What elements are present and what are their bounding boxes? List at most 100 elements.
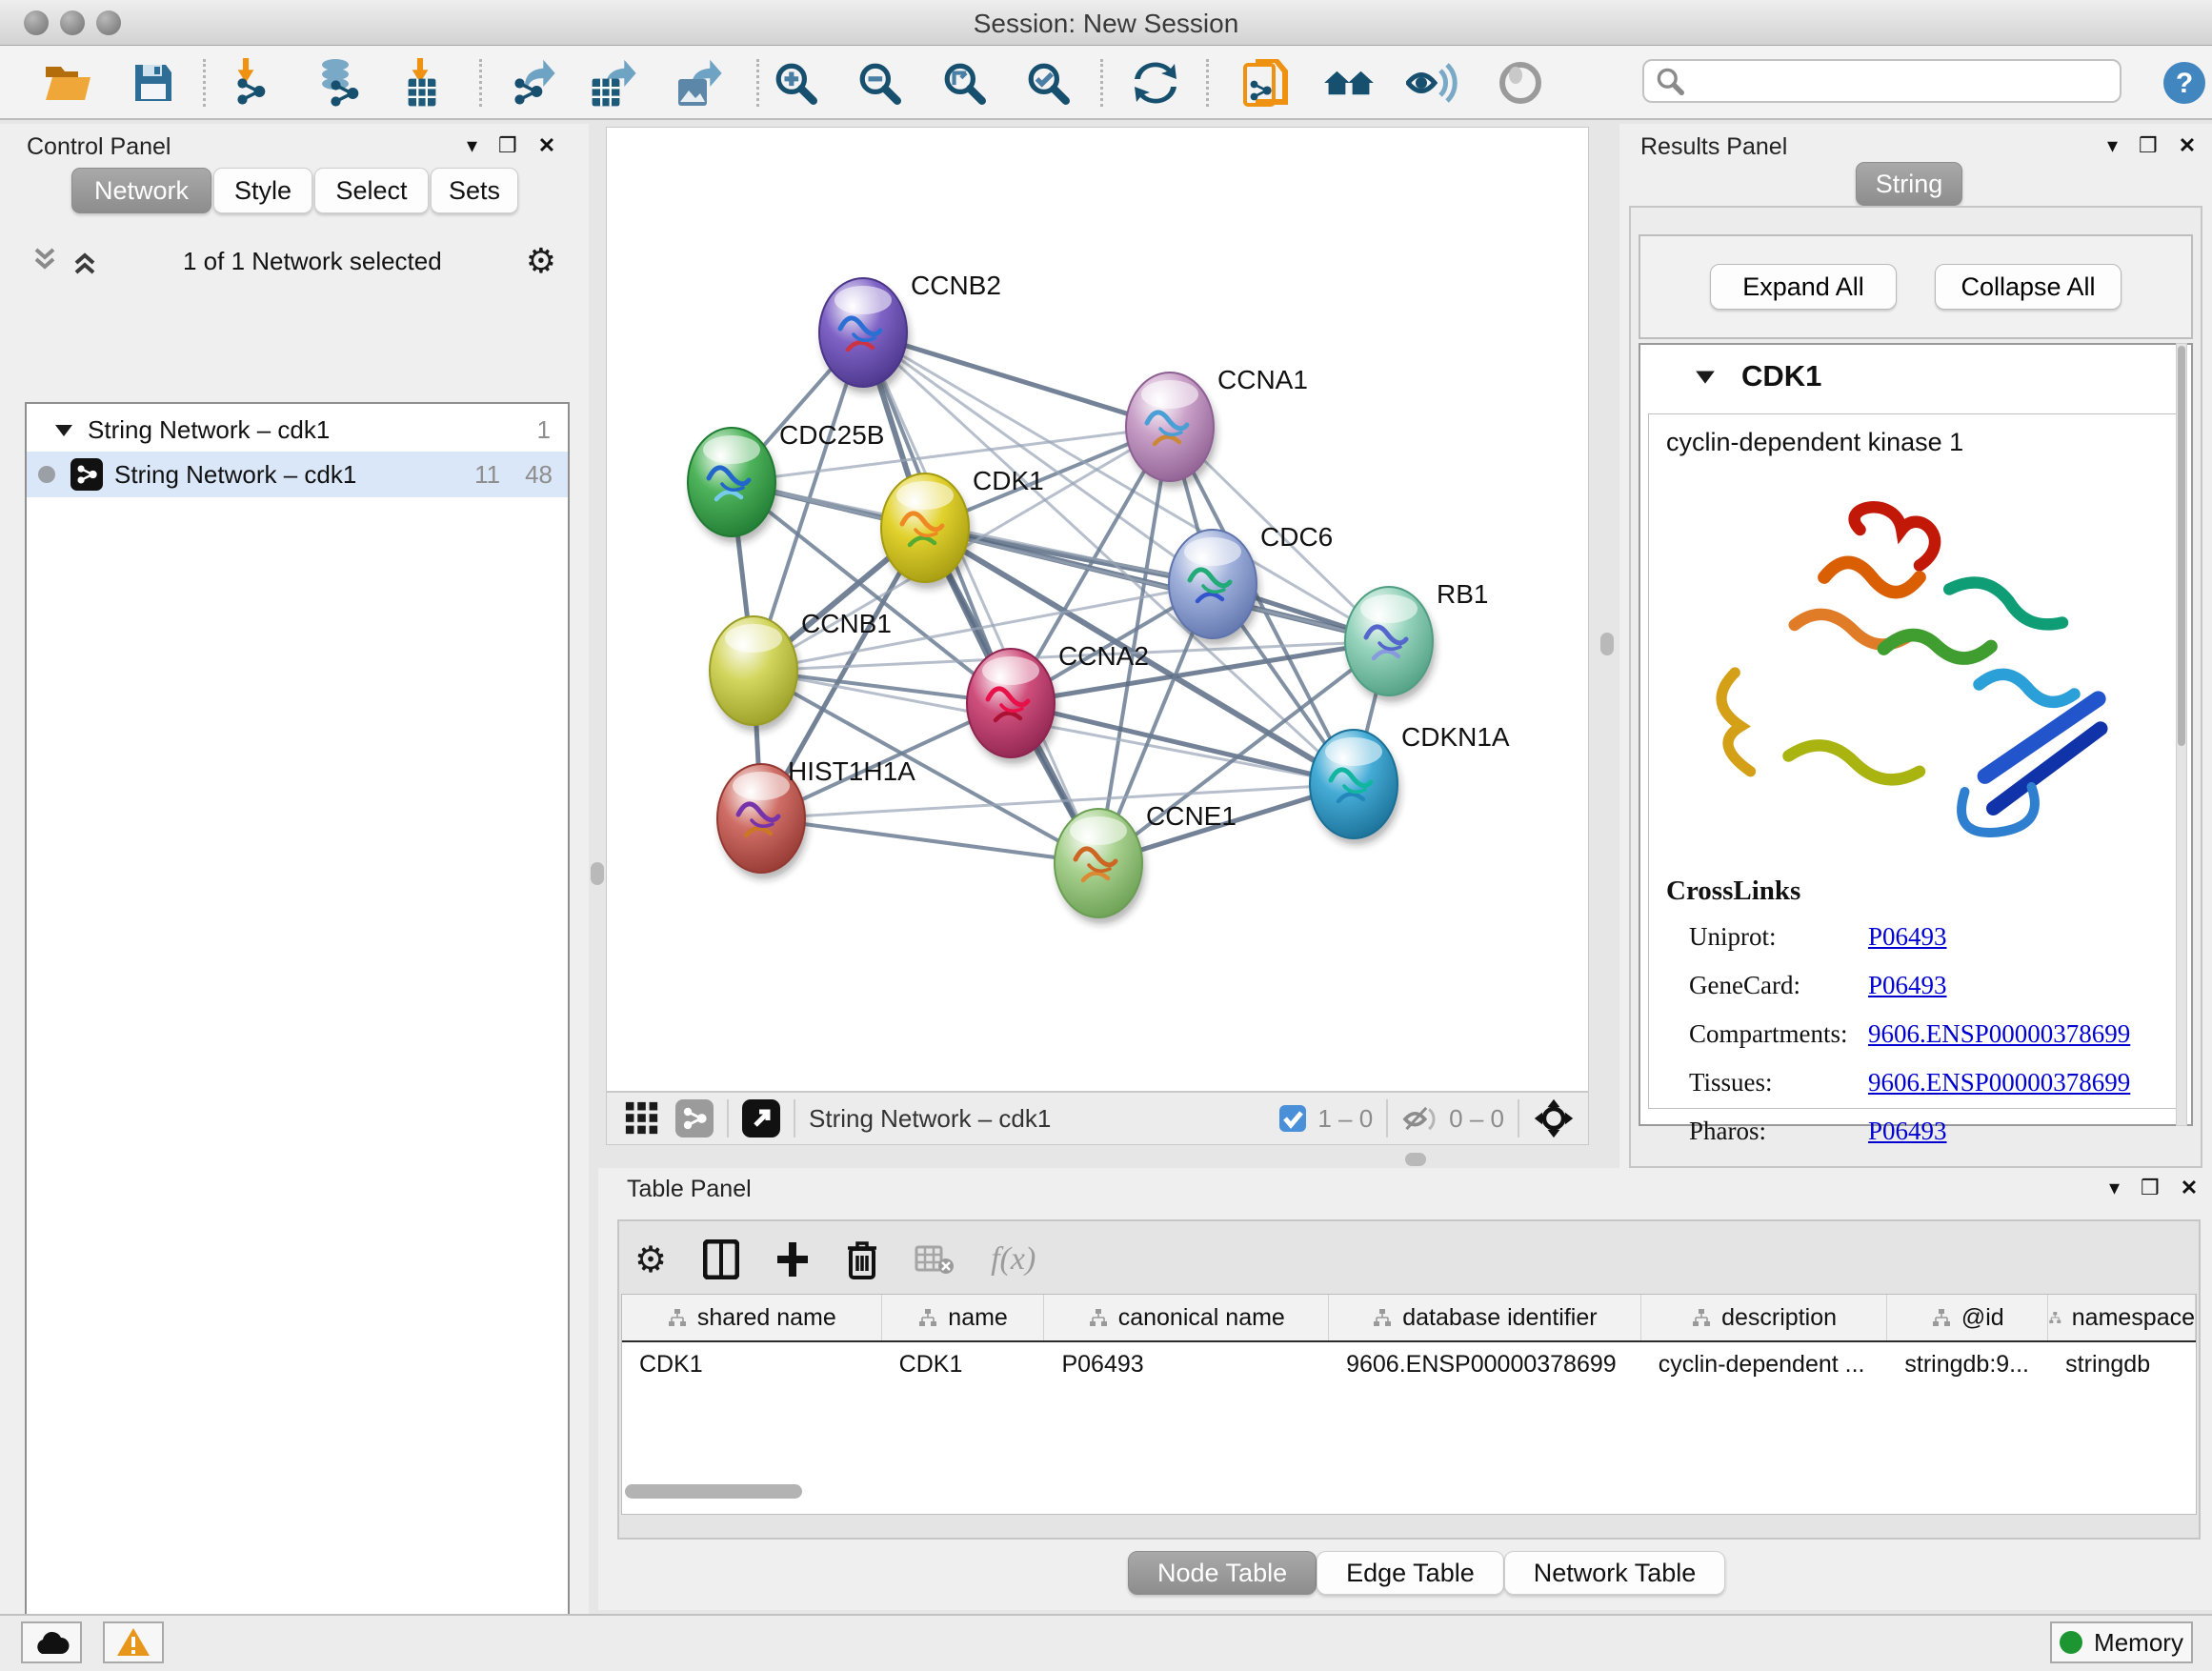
zoom-in-icon[interactable] — [770, 58, 821, 108]
birds-eye-icon[interactable] — [1495, 58, 1546, 108]
tab-edge-table[interactable]: Edge Table — [1317, 1551, 1504, 1595]
selected-checkbox-icon[interactable] — [1277, 1103, 1308, 1134]
gene-collapse-icon[interactable] — [1694, 367, 1717, 386]
left-splitter-handle[interactable] — [591, 862, 604, 885]
tab-network-table[interactable]: Network Table — [1504, 1551, 1726, 1595]
collapse-all-icon[interactable] — [30, 246, 59, 276]
network-node-ccnb2[interactable] — [819, 278, 910, 393]
bottom-splitter-handle[interactable] — [1405, 1153, 1426, 1166]
crosslink-link[interactable]: 9606.ENSP00000378699 — [1868, 1068, 2130, 1097]
network-edge[interactable] — [761, 818, 1098, 863]
column-header-canonical-name[interactable]: canonical name — [1044, 1295, 1329, 1340]
panel-menu-icon[interactable]: ▾ — [467, 135, 477, 156]
network-canvas[interactable]: CCNB2CCNA1CDC25BCDK1CDC6RB1CCNB1CCNA2CDK… — [606, 127, 1589, 1092]
panel-float-icon[interactable]: ❒ — [498, 135, 517, 156]
network-node-rb1[interactable] — [1345, 587, 1436, 702]
help-icon[interactable]: ? — [2159, 58, 2210, 108]
refresh-icon[interactable] — [1130, 58, 1181, 108]
network-node-cdk1[interactable] — [881, 473, 972, 589]
column-header-shared-name[interactable]: shared name — [622, 1295, 882, 1340]
detach-view-icon[interactable] — [742, 1099, 780, 1137]
gene-card-header[interactable]: CDK1 — [1640, 345, 2191, 408]
open-session-icon[interactable] — [42, 58, 93, 108]
panel-menu-icon[interactable]: ▾ — [2109, 1178, 2120, 1198]
tab-string[interactable]: String — [1856, 162, 1962, 206]
cloud-button[interactable] — [21, 1621, 82, 1663]
tab-network[interactable]: Network — [71, 168, 211, 213]
column-header-namespace[interactable]: namespace — [2048, 1295, 2196, 1340]
warning-button[interactable] — [103, 1621, 164, 1663]
table-hscrollbar[interactable] — [625, 1484, 802, 1499]
table-row[interactable]: CDK1CDK1P064939606.ENSP00000378699cyclin… — [622, 1342, 2196, 1386]
import-table-icon[interactable] — [397, 58, 449, 108]
export-table-icon[interactable] — [587, 58, 638, 108]
crosslink-link[interactable]: 9606.ENSP00000378699 — [1868, 1019, 2130, 1048]
network-node-ccna2[interactable] — [967, 649, 1057, 764]
network-node-ccne1[interactable] — [1055, 809, 1145, 924]
tab-select[interactable]: Select — [314, 168, 429, 213]
table-cell[interactable]: P06493 — [1044, 1342, 1329, 1386]
panel-float-icon[interactable]: ❒ — [2141, 1178, 2160, 1198]
table-cell[interactable]: CDK1 — [622, 1342, 882, 1386]
column-header-name[interactable]: name — [882, 1295, 1045, 1340]
panel-close-icon[interactable]: ✕ — [2181, 1178, 2198, 1198]
crosslink-link[interactable]: P06493 — [1868, 971, 1947, 999]
memory-button[interactable]: Memory — [2050, 1621, 2193, 1663]
table-cell[interactable]: stringdb:9... — [1887, 1342, 2048, 1386]
network-options-gear-icon[interactable]: ⚙ — [526, 241, 556, 281]
network-tree-child-row[interactable]: String Network – cdk1 11 48 — [27, 452, 568, 497]
right-splitter-handle[interactable] — [1600, 633, 1614, 655]
home-icon[interactable] — [1323, 58, 1375, 108]
add-column-icon[interactable] — [775, 1240, 810, 1278]
network-node-cdc25b[interactable] — [688, 428, 778, 543]
crosslink-link[interactable]: P06493 — [1868, 1117, 1947, 1145]
view-share-icon[interactable] — [675, 1099, 714, 1137]
zoom-fit-icon[interactable] — [938, 58, 990, 108]
delete-column-icon[interactable] — [846, 1239, 878, 1279]
tab-sets[interactable]: Sets — [431, 168, 518, 213]
export-image-icon[interactable] — [673, 58, 724, 108]
network-node-ccnb1[interactable] — [710, 616, 800, 732]
zoom-out-icon[interactable] — [854, 58, 905, 108]
import-network-icon[interactable] — [226, 58, 277, 108]
tree-collapse-icon[interactable] — [53, 421, 74, 438]
import-network-database-icon[interactable] — [314, 58, 366, 108]
table-cell[interactable]: stringdb — [2048, 1342, 2196, 1386]
network-graph[interactable]: CCNB2CCNA1CDC25BCDK1CDC6RB1CCNB1CCNA2CDK… — [607, 128, 1588, 1091]
panel-close-icon[interactable]: ✕ — [2179, 135, 2196, 156]
save-session-icon[interactable] — [128, 58, 179, 108]
show-graphics-details-icon[interactable] — [1406, 58, 1458, 108]
tab-style[interactable]: Style — [213, 168, 312, 213]
string-app-icon[interactable] — [1241, 58, 1293, 108]
crosslink-link[interactable]: P06493 — [1868, 922, 1947, 951]
panel-float-icon[interactable]: ❒ — [2139, 135, 2158, 156]
table-settings-gear-icon[interactable]: ⚙ — [634, 1238, 667, 1281]
network-node-cdkn1a[interactable] — [1310, 730, 1400, 845]
results-panel: Results Panel ▾ ❒ ✕ String Expand All Co… — [1619, 124, 2212, 1168]
collapse-all-button[interactable]: Collapse All — [1935, 264, 2122, 310]
column-header-description[interactable]: description — [1641, 1295, 1888, 1340]
network-edge[interactable] — [1011, 703, 1354, 784]
table-cell[interactable]: 9606.ENSP00000378699 — [1329, 1342, 1641, 1386]
zoom-selected-icon[interactable] — [1022, 58, 1074, 108]
show-columns-icon[interactable] — [703, 1239, 739, 1279]
export-network-icon[interactable] — [508, 58, 559, 108]
tab-node-table[interactable]: Node Table — [1128, 1551, 1317, 1595]
search-input[interactable] — [1642, 59, 2122, 103]
table-cell[interactable]: cyclin-dependent ... — [1641, 1342, 1888, 1386]
column-header--id[interactable]: @id — [1887, 1295, 2048, 1340]
column-header-database-identifier[interactable]: database identifier — [1329, 1295, 1641, 1340]
expand-all-button[interactable]: Expand All — [1710, 264, 1897, 310]
network-node-ccna1[interactable] — [1126, 372, 1217, 488]
panel-close-icon[interactable]: ✕ — [538, 135, 555, 156]
grid-view-icon[interactable] — [624, 1100, 660, 1137]
hidden-eye-icon[interactable] — [1401, 1102, 1441, 1135]
table-cell[interactable]: CDK1 — [882, 1342, 1045, 1386]
results-scrollbar[interactable] — [2176, 343, 2187, 1126]
expand-all-icon[interactable] — [70, 246, 99, 276]
toolbar-separator — [727, 1099, 729, 1137]
network-tree-root-row[interactable]: String Network – cdk1 1 — [27, 408, 568, 452]
panel-menu-icon[interactable]: ▾ — [2107, 135, 2118, 156]
birdseye-toggle-icon[interactable] — [1533, 1097, 1575, 1139]
node-table[interactable]: shared namenamecanonical namedatabase id… — [621, 1294, 2197, 1515]
